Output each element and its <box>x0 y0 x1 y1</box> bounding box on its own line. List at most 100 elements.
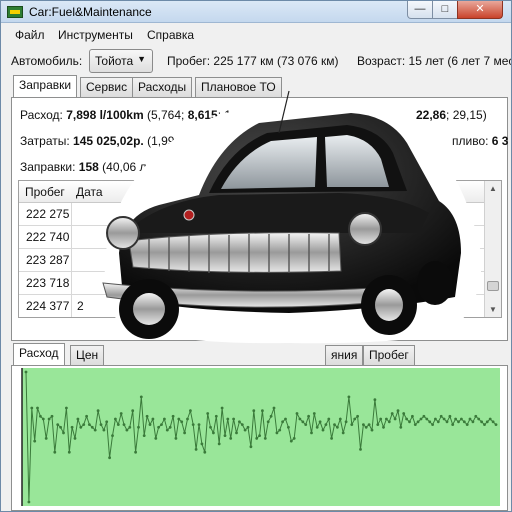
consumption-point <box>298 417 302 421</box>
cell-mileage: 223 718 <box>26 276 70 290</box>
consumption-point <box>491 420 495 424</box>
table-scrollbar[interactable]: ▲ ▼ <box>484 181 501 317</box>
consumption-point <box>249 445 253 449</box>
consumption-point <box>67 450 71 454</box>
menu-file[interactable]: Файл <box>15 28 45 42</box>
column-header-mileage[interactable]: Пробег <box>25 185 65 199</box>
cell-date: 2 <box>77 299 84 313</box>
window-title: Car:Fuel&Maintenance <box>29 5 152 19</box>
consumption-point <box>183 431 187 435</box>
mileage-summary: Пробег: 225 177 км (73 076 км) <box>167 54 339 68</box>
consumption-point <box>275 431 279 435</box>
consumption-point <box>235 431 238 435</box>
consumption-point <box>356 414 359 418</box>
consumption-point <box>157 425 161 429</box>
car-select[interactable]: Тойота ▼ <box>89 49 153 73</box>
chevron-down-icon: ▼ <box>137 54 146 64</box>
car-select-value: Тойота <box>95 54 134 68</box>
consumption-point <box>41 417 45 421</box>
consumption-point <box>376 423 380 426</box>
consumption-point <box>96 409 100 413</box>
consumption-point <box>445 420 449 424</box>
consumption-point <box>145 414 149 418</box>
consumption-point <box>468 417 472 421</box>
consumption-point <box>287 425 290 429</box>
consumption-point <box>128 425 132 429</box>
consumption-point <box>399 425 403 429</box>
consumption-point <box>480 420 483 424</box>
consumption-point <box>483 423 486 426</box>
consumption-point <box>33 439 37 443</box>
consumption-point <box>82 423 86 426</box>
consumption-point <box>454 417 457 421</box>
car-info-bar: Автомобиль: Тойота ▼ Пробег: 225 177 км … <box>1 45 512 75</box>
consumption-point <box>246 425 250 429</box>
close-button[interactable]: ✕ <box>457 1 503 19</box>
consumption-point <box>284 417 287 421</box>
consumption-point <box>27 500 31 504</box>
consumption-point <box>160 423 163 426</box>
tab-distance-chart[interactable]: яния <box>325 345 364 365</box>
consumption-point <box>402 412 406 415</box>
consumption-point <box>137 425 140 429</box>
consumption-point <box>139 395 143 399</box>
consumption-point <box>425 417 429 421</box>
consumption-point <box>408 420 411 424</box>
consumption-point <box>154 437 158 440</box>
maximize-button[interactable]: □ <box>432 1 458 19</box>
consumption-point <box>177 417 181 421</box>
consumption-point <box>255 437 259 440</box>
consumption-point <box>226 417 230 421</box>
age-summary: Возраст: 15 лет (6 лет 7 мес. <box>357 54 512 68</box>
scroll-up-icon[interactable]: ▲ <box>489 184 497 193</box>
consumption-chart <box>21 368 500 506</box>
consumption-point <box>344 420 348 424</box>
consumption-point <box>116 423 120 426</box>
consumption-point <box>111 434 114 437</box>
consumption-point <box>301 420 305 424</box>
consumption-point <box>292 437 296 440</box>
consumption-point <box>240 423 244 426</box>
menu-bar: Файл Инструменты Справка <box>1 25 511 45</box>
consumption-chart-panel <box>11 365 508 511</box>
consumption-point <box>180 420 184 424</box>
consumption-point <box>39 414 42 418</box>
scroll-thumb[interactable] <box>487 281 499 291</box>
consumption-point <box>70 425 74 429</box>
title-bar[interactable]: Car:Fuel&Maintenance — □ ✕ <box>1 1 511 23</box>
consumption-point <box>163 417 166 421</box>
consumption-point <box>243 428 247 432</box>
consumption-point <box>261 409 264 413</box>
consumption-point <box>252 409 256 413</box>
consumption-point <box>411 414 414 418</box>
consumption-point <box>393 417 397 421</box>
tab-refuels[interactable]: Заправки <box>13 75 78 97</box>
tab-price-chart[interactable]: Цен <box>70 345 105 365</box>
cell-mileage: 223 287 <box>26 253 70 267</box>
consumption-point <box>318 420 322 424</box>
consumption-point <box>370 428 374 432</box>
consumption-point <box>419 417 423 421</box>
consumption-point <box>214 414 218 418</box>
consumption-point <box>460 417 463 421</box>
cell-mileage: 222 275 <box>26 207 70 221</box>
consumption-point <box>304 423 308 426</box>
consumption-point <box>422 414 426 418</box>
consumption-point <box>307 414 310 418</box>
consumption-point <box>125 428 129 432</box>
consumption-point <box>151 417 155 421</box>
menu-help[interactable]: Справка <box>147 28 194 42</box>
consumption-point <box>191 423 195 426</box>
tab-mileage-chart[interactable]: Пробег <box>363 345 415 365</box>
consumption-point <box>203 450 207 454</box>
menu-tools[interactable]: Инструменты <box>58 28 133 42</box>
cell-mileage: 222 740 <box>26 230 70 244</box>
consumption-point <box>186 417 189 421</box>
scroll-down-icon[interactable]: ▼ <box>489 305 497 314</box>
tab-consumption-chart[interactable]: Расход <box>13 343 65 365</box>
consumption-point <box>134 450 137 454</box>
minimize-button[interactable]: — <box>407 1 433 19</box>
consumption-point <box>396 409 400 413</box>
consumption-point <box>65 406 68 410</box>
consumption-point <box>474 414 478 418</box>
